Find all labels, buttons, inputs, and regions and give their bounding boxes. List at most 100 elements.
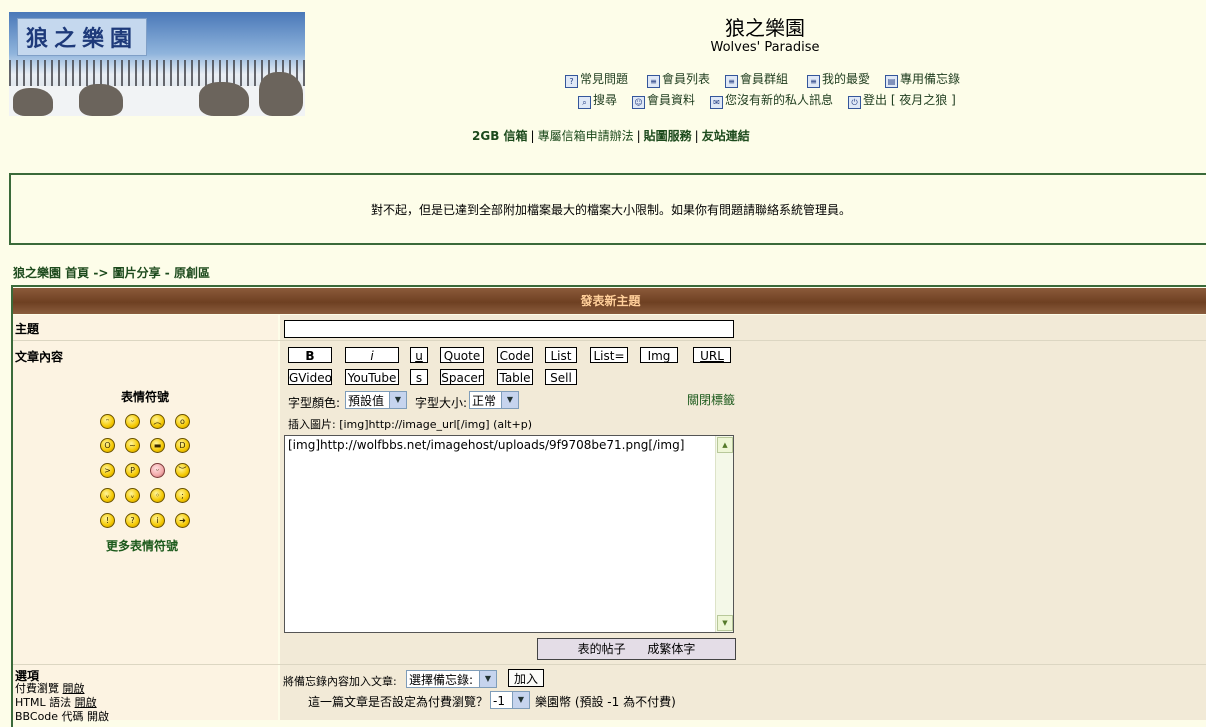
ordered-list-button[interactable]: List= [590,347,628,363]
link-partner-sites[interactable]: 友站連結 [702,129,750,143]
help-hint: 插入圖片: [img]http://image_url[/img] (alt+p… [288,418,532,431]
font-size-value: 正常 [472,394,497,408]
sell-button[interactable]: Sell [545,369,577,385]
nav-groups[interactable]: ≡ 會員群組 [725,70,788,88]
chevron-down-icon: ▼ [479,671,496,687]
nav-logout[interactable]: ⏻ 登出 [ 夜月之狼 ] [848,91,956,109]
smile-rolleyes-icon[interactable]: ◦ [150,488,165,503]
link-mail[interactable]: 2GB 信箱 [472,129,528,143]
breadcrumb-forum[interactable]: 圖片分享 - 原創區 [113,266,210,280]
site-logo[interactable]: 狼之樂園 [9,12,305,116]
subject-input[interactable] [284,320,734,338]
memberlist-icon: ≡ [647,75,660,88]
smile-cool-icon[interactable]: ▬ [150,438,165,453]
nav-private-messages[interactable]: ✉ 您沒有新的私人訊息 [710,91,833,109]
nav-search[interactable]: ⌕ 搜尋 [578,91,617,109]
breadcrumb-arrow: -> [93,266,109,280]
smile-embarrassed-icon[interactable]: ᵕ [150,463,165,478]
question-icon[interactable]: ? [125,513,140,528]
breadcrumb-home[interactable]: 狼之樂園 首頁 [13,266,89,280]
convert-traditional-button[interactable]: 表的帖子 成繁体字 [537,638,736,660]
smile-happy-icon[interactable]: ᵕ [125,414,140,429]
paid-value: -1 [493,694,505,708]
notice-text: 對不起，但是已達到全部附加檔案最大的檔案大小限制。如果你有問題請聯絡系統管理員。 [370,203,851,217]
smilies-title: 表情符號 [121,390,170,404]
youtube-button[interactable]: YouTube [345,369,399,385]
code-button[interactable]: Code [497,347,533,363]
message-textarea[interactable]: [img]http://wolfbbs.net/imagehost/upload… [284,435,734,633]
quote-button[interactable]: Quote [440,347,484,363]
font-size-select[interactable]: 正常 ▼ [469,391,519,409]
nav-profile[interactable]: ☺ 會員資料 [632,91,695,109]
logo-title: 狼之樂園 [17,18,148,56]
nav-faq[interactable]: ? 常見問題 [565,70,628,88]
smile-shocked-icon[interactable]: O [100,438,115,453]
memo-select[interactable]: 選擇備忘錄: ▼ [406,670,497,688]
link-image-service[interactable]: 貼圖服務 [644,129,692,143]
chevron-down-icon: ▼ [501,392,518,408]
url-button[interactable]: URL [693,347,731,363]
more-smilies-link[interactable]: 更多表情符號 [106,537,178,554]
nav-favorites[interactable]: ≡ 我的最愛 [807,70,870,88]
scroll-down-icon[interactable]: ▼ [717,615,733,631]
smile-evil-icon[interactable]: ᵥ [100,488,115,503]
site-subtitle: Wolves' Paradise [710,40,820,55]
smile-wink-icon[interactable]: ; [175,488,190,503]
textarea-scrollbar[interactable]: ▲ ▼ [715,436,733,632]
logout-icon: ⏻ [848,96,861,109]
smile-tongue-icon[interactable]: P [125,463,140,478]
link-mail-apply[interactable]: 專屬信箱申請辦法 [538,129,634,143]
smile-twisted-icon[interactable]: ᵥ [125,488,140,503]
smile-mad-icon[interactable]: > [100,463,115,478]
wolf-shape [199,82,249,116]
smile-confused-icon[interactable]: ~ [125,438,140,453]
nav-memberlist[interactable]: ≡ 會員列表 [647,70,710,88]
row-divider [13,340,1206,341]
site-title: 狼之樂園 [725,16,805,40]
font-color-select[interactable]: 預設值 ▼ [345,391,407,409]
wolf-shape [13,88,53,116]
smile-surprised-icon[interactable]: o [175,414,190,429]
faq-icon: ? [565,75,578,88]
add-memo-button[interactable]: 加入 [508,669,544,687]
font-color-value: 預設值 [348,394,385,408]
arrow-icon[interactable]: ➜ [175,513,190,528]
img-button[interactable]: Img [640,347,678,363]
paid-question: 這一篇文章是否設定為付費瀏覽？ [308,695,489,709]
bold-button[interactable]: B [288,347,332,363]
smile-cry-icon[interactable]: ︶ [175,463,190,478]
font-size-label: 字型大小: [415,396,468,410]
memo-label: 將備忘錄內容加入文章: [283,675,397,688]
strike-button[interactable]: s [410,369,428,385]
close-tags-link[interactable]: 關閉標籤 [687,391,735,408]
gvideo-button[interactable]: GVideo [288,369,332,385]
list-button[interactable]: List [545,347,577,363]
smile-grin-icon[interactable]: ᵔ [100,414,115,429]
wolf-shape [259,72,303,116]
paid-select[interactable]: -1 ▼ [490,691,530,709]
exclaim-icon[interactable]: ! [100,513,115,528]
scroll-up-icon[interactable]: ▲ [717,437,733,453]
divider: | [530,129,535,143]
groups-icon: ≡ [725,75,738,88]
underline-button[interactable]: u [410,347,428,363]
message-text: [img]http://wolfbbs.net/imagehost/upload… [288,438,685,452]
paid-hint: 樂園幣 (預設 -1 為不付費) [535,695,676,709]
content-label: 文章內容 [15,350,64,364]
smile-sad-icon[interactable]: ︵ [150,414,165,429]
breadcrumb: 狼之樂園 首頁 -> 圖片分享 - 原創區 [13,264,210,281]
italic-button[interactable]: i [345,347,399,363]
table-button[interactable]: Table [497,369,533,385]
option-bbcode: BBCode 代碼 開啟 [15,710,110,723]
wolf-shape [79,84,123,116]
idea-icon[interactable]: i [150,513,165,528]
memo-select-value: 選擇備忘錄: [409,673,474,687]
spacer-button[interactable]: Spacer [440,369,484,385]
row-divider [13,664,1206,665]
nav-notepad[interactable]: ▤ 專用備忘錄 [885,70,960,88]
profile-icon: ☺ [632,96,645,109]
form-label-column [13,315,278,720]
smile-laugh-icon[interactable]: D [175,438,190,453]
favorites-icon: ≡ [807,75,820,88]
subject-label: 主題 [15,322,40,336]
